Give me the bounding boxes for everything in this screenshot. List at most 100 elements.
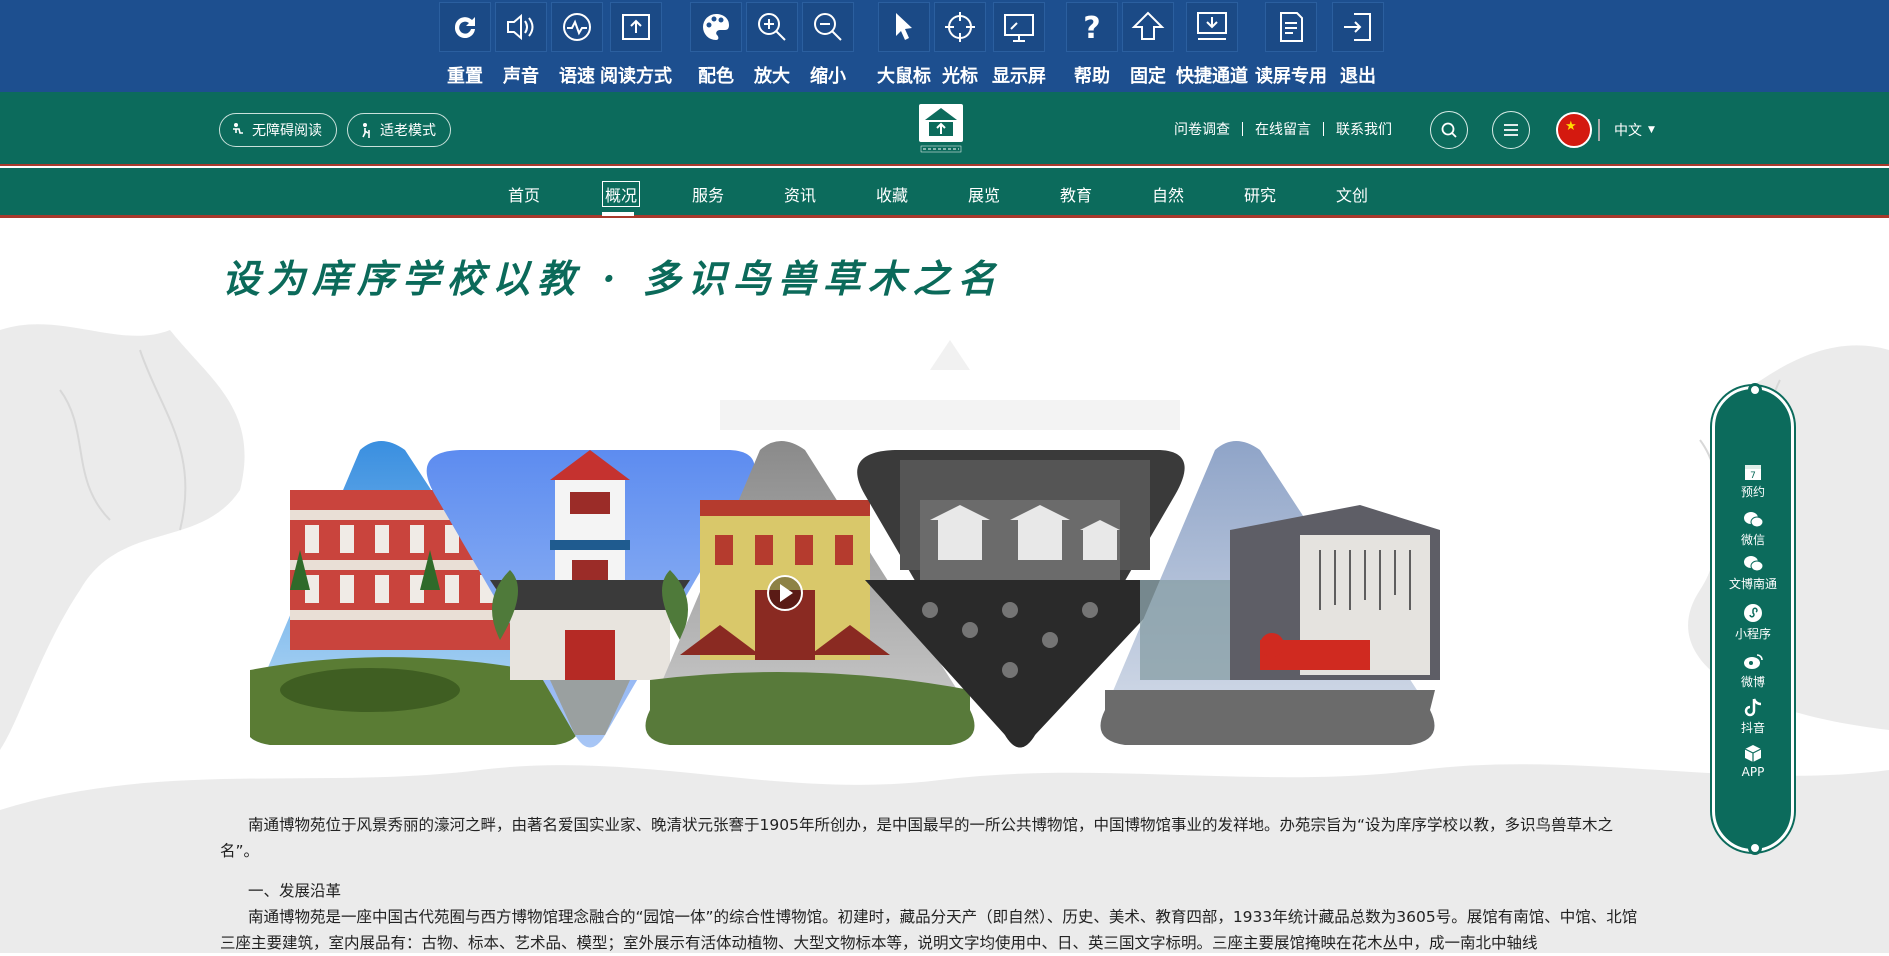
toolbar-icon-box [878, 2, 930, 52]
sidebar-item-label: APP [1741, 765, 1765, 779]
nav-item-1[interactable]: 概况 [602, 181, 641, 207]
svg-text:?: ? [1083, 11, 1100, 45]
floating-sidebar: 7 预约微信文博南通小程序微博抖音 APP [1712, 383, 1794, 855]
nav-item-4[interactable]: 收藏 [876, 182, 908, 206]
intro-content: 南通博物苑位于风景秀丽的濠河之畔，由著名爱国实业家、晚清状元张謇于1905年所创… [220, 812, 1650, 956]
toolbar-item-13[interactable]: 读屏专用 [1255, 0, 1327, 92]
toolbar-item-9[interactable]: 显示屏 [987, 0, 1051, 92]
nav-item-9[interactable]: 文创 [1336, 182, 1368, 206]
app-cube-icon [1744, 745, 1762, 762]
site-header: 无障碍阅读 适老模式 问卷调查 在线留言 联系我们 中文 ▼ [0, 92, 1889, 166]
toolbar-item-label: 缩小 [810, 66, 846, 87]
online-message-link[interactable]: 在线留言 [1255, 119, 1311, 139]
zoom-out-icon [814, 13, 842, 41]
sidebar-item-label: 预约 [1740, 485, 1765, 499]
toolbar-icon-box [495, 2, 547, 52]
search-icon [1441, 122, 1457, 138]
page-slogan: 设为庠序学校以教 · 多识鸟兽草木之名 [222, 256, 1003, 301]
museum-logo-icon[interactable] [917, 102, 965, 156]
nav-item-7[interactable]: 自然 [1152, 182, 1184, 206]
palette-icon [703, 14, 729, 40]
toolbar-item-label: 显示屏 [992, 66, 1046, 87]
toolbar-icon-box [934, 2, 986, 52]
toolbar-icon-box [551, 2, 603, 52]
toolbar-item-6[interactable]: 缩小 [796, 0, 860, 92]
nav-item-8[interactable]: 研究 [1244, 182, 1276, 206]
sidebar-item-6[interactable]: APP [1715, 743, 1791, 779]
elderly-mode-button[interactable]: 适老模式 [347, 113, 451, 147]
survey-link[interactable]: 问卷调查 [1174, 119, 1230, 139]
toolbar-item-12[interactable]: 快捷通道 [1176, 0, 1248, 92]
speaker-icon [507, 13, 534, 41]
sidebar-item-4[interactable]: 微博 [1715, 651, 1791, 690]
toolbar-icon-box [610, 2, 662, 52]
accessibility-icon [233, 123, 243, 134]
elderly-icon [362, 123, 370, 138]
svg-text:7: 7 [1750, 471, 1756, 481]
help-icon: ? [1083, 11, 1100, 45]
toolbar-item-label: 退出 [1340, 66, 1376, 87]
language-switcher[interactable]: 中文 ▼ [1556, 112, 1655, 148]
nav-item-3[interactable]: 资讯 [784, 182, 816, 206]
display-icon [1004, 14, 1034, 42]
nav-active-indicator [602, 212, 634, 216]
toolbar-icon-box: ? [1066, 2, 1118, 52]
weibo-icon [1744, 654, 1763, 669]
accessibility-toolbar: 重置 声音 语速 阅读方式 配色 放大 缩小 大鼠标 光标 显示屏? 帮助 固定 快捷通道 读屏专用 退出 [0, 0, 1889, 92]
mini-program-icon [1744, 604, 1762, 622]
menu-button[interactable] [1492, 111, 1530, 149]
sidebar-item-3[interactable]: 小程序 [1715, 603, 1791, 642]
toolbar-item-14[interactable]: 退出 [1326, 0, 1390, 92]
wechat-icon [1744, 556, 1764, 572]
sidebar-item-2[interactable]: 文博南通 [1715, 553, 1791, 592]
toolbar-icon-box [746, 2, 798, 52]
shortcut-icon [1197, 12, 1227, 40]
calendar-icon: 7 [1745, 465, 1761, 481]
section-title: 一、发展沿革 [248, 882, 342, 900]
toolbar-item-label: 阅读方式 [600, 66, 672, 87]
exit-icon [1344, 13, 1371, 41]
hamburger-menu-icon [1504, 124, 1518, 136]
douyin-icon [1744, 698, 1762, 717]
language-label: 中文 [1614, 123, 1642, 139]
sidebar-item-label: 微信 [1740, 533, 1765, 547]
toolbar-item-3[interactable]: 阅读方式 [600, 0, 672, 92]
accessible-reading-button[interactable]: 无障碍阅读 [219, 113, 337, 147]
main-nav: 首页 概况 服务 资讯 收藏 展览 教育 自然 研究 文创 [0, 168, 1889, 218]
sidebar-top-knob [1748, 383, 1762, 397]
crosshair-icon [945, 12, 975, 42]
link-divider [1242, 122, 1243, 136]
speed-icon [563, 13, 591, 41]
nav-item-0[interactable]: 首页 [508, 182, 540, 206]
link-divider [1323, 122, 1324, 136]
accessible-reading-label: 无障碍阅读 [252, 123, 322, 139]
top-links: 问卷调查 在线留言 联系我们 [1174, 119, 1392, 139]
pin-up-icon [1131, 11, 1165, 40]
toolbar-item-label: 快捷通道 [1176, 66, 1248, 87]
sidebar-item-0[interactable]: 7 预约 [1715, 461, 1791, 500]
toolbar-icon-box [1332, 2, 1384, 52]
toolbar-icon-box [1122, 2, 1174, 52]
museum-photo-gallery [250, 441, 1440, 748]
elderly-mode-label: 适老模式 [380, 123, 436, 139]
section-paragraph: 南通博物苑是一座中国古代苑囿与西方博物馆理念融合的“园馆一体”的综合性博物馆。初… [220, 908, 1638, 952]
nav-item-5[interactable]: 展览 [968, 182, 1000, 206]
toolbar-icon-box [1265, 2, 1317, 52]
contact-link[interactable]: 联系我们 [1336, 119, 1392, 139]
toolbar-icon-box [439, 2, 491, 52]
sidebar-item-label: 小程序 [1734, 627, 1771, 641]
flag-divider [1598, 119, 1608, 141]
toolbar-icon-box [802, 2, 854, 52]
nav-item-6[interactable]: 教育 [1060, 182, 1092, 206]
reset-icon [454, 17, 475, 39]
nav-item-2[interactable]: 服务 [692, 182, 724, 206]
sidebar-item-5[interactable]: 抖音 [1715, 697, 1791, 736]
toolbar-icon-box [690, 2, 742, 52]
sidebar-item-label: 文博南通 [1728, 577, 1777, 591]
intro-paragraph: 南通博物苑位于风景秀丽的濠河之畔，由著名爱国实业家、晚清状元张謇于1905年所创… [220, 816, 1613, 860]
search-button[interactable] [1430, 111, 1468, 149]
sidebar-item-1[interactable]: 微信 [1715, 509, 1791, 548]
screen-reader-icon [1280, 12, 1303, 42]
zoom-in-icon [758, 13, 786, 41]
